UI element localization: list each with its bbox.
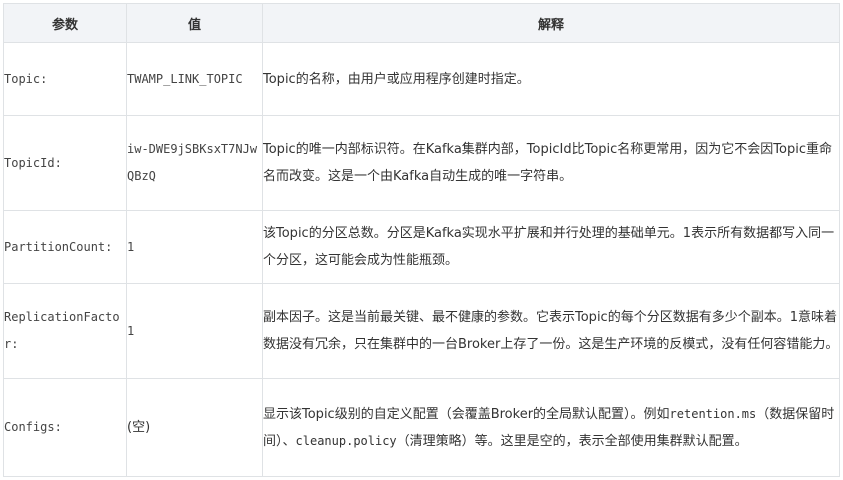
explanation-cell: Topic的名称，由用户或应用程序创建时指定。 <box>262 42 840 116</box>
param-cell: ReplicationFactor: <box>3 283 127 379</box>
explanation-text: （清理策略）等。这里是空的，表示全部使用集群默认配置。 <box>396 433 748 449</box>
inline-code: retention.ms <box>669 406 757 421</box>
table-row: TopicId: iw-DWE9jSBKsxT7NJwQBzQ Topic的唯一… <box>3 115 840 211</box>
header-explanation: 解释 <box>262 3 840 43</box>
explanation-cell: 该Topic的分区总数。分区是Kafka实现水平扩展和并行处理的基础单元。1表示… <box>262 210 840 284</box>
explanation-text: Topic的唯一内部标识符。在Kafka集群内部，TopicId比Topic名称… <box>263 142 832 184</box>
param-cell: Topic: <box>3 42 127 116</box>
table-row: PartitionCount: 1 该Topic的分区总数。分区是Kafka实现… <box>3 210 840 284</box>
value-cell: iw-DWE9jSBKsxT7NJwQBzQ <box>126 115 263 211</box>
value-cell: TWAMP_LINK_TOPIC <box>126 42 263 116</box>
value-cell: (空) <box>126 378 263 477</box>
param-cell: PartitionCount: <box>3 210 127 284</box>
value-cell: 1 <box>126 283 263 379</box>
table-row: ReplicationFactor: 1 副本因子。这是当前最关键、最不健康的参… <box>3 283 840 379</box>
param-cell: Configs: <box>3 378 127 477</box>
explanation-text: 显示该Topic级别的自定义配置（会覆盖Broker的全局默认配置）。例如 <box>263 406 670 422</box>
explanation-cell: 显示该Topic级别的自定义配置（会覆盖Broker的全局默认配置）。例如ret… <box>262 378 840 477</box>
param-cell: TopicId: <box>3 115 127 211</box>
table-row: Configs: (空) 显示该Topic级别的自定义配置（会覆盖Broker的… <box>3 378 840 477</box>
explanation-text: 该Topic的分区总数。分区是Kafka实现水平扩展和并行处理的基础单元。1表示… <box>263 226 835 268</box>
header-param: 参数 <box>3 3 127 43</box>
explanation-cell: 副本因子。这是当前最关键、最不健康的参数。它表示Topic的每个分区数据有多少个… <box>262 283 840 379</box>
explanation-text: Topic的名称，由用户或应用程序创建时指定。 <box>263 71 530 87</box>
inline-code: cleanup.policy <box>295 433 397 448</box>
explanation-cell: Topic的唯一内部标识符。在Kafka集群内部，TopicId比Topic名称… <box>262 115 840 211</box>
table-row: Topic: TWAMP_LINK_TOPIC Topic的名称，由用户或应用程… <box>3 42 840 116</box>
header-value: 值 <box>126 3 263 43</box>
table-header-row: 参数 值 解释 <box>3 3 840 43</box>
explanation-text: 副本因子。这是当前最关键、最不健康的参数。它表示Topic的每个分区数据有多少个… <box>263 310 839 352</box>
value-cell: 1 <box>126 210 263 284</box>
topic-description-table: 参数 值 解释 Topic: TWAMP_LINK_TOPIC Topic的名称… <box>3 3 840 477</box>
